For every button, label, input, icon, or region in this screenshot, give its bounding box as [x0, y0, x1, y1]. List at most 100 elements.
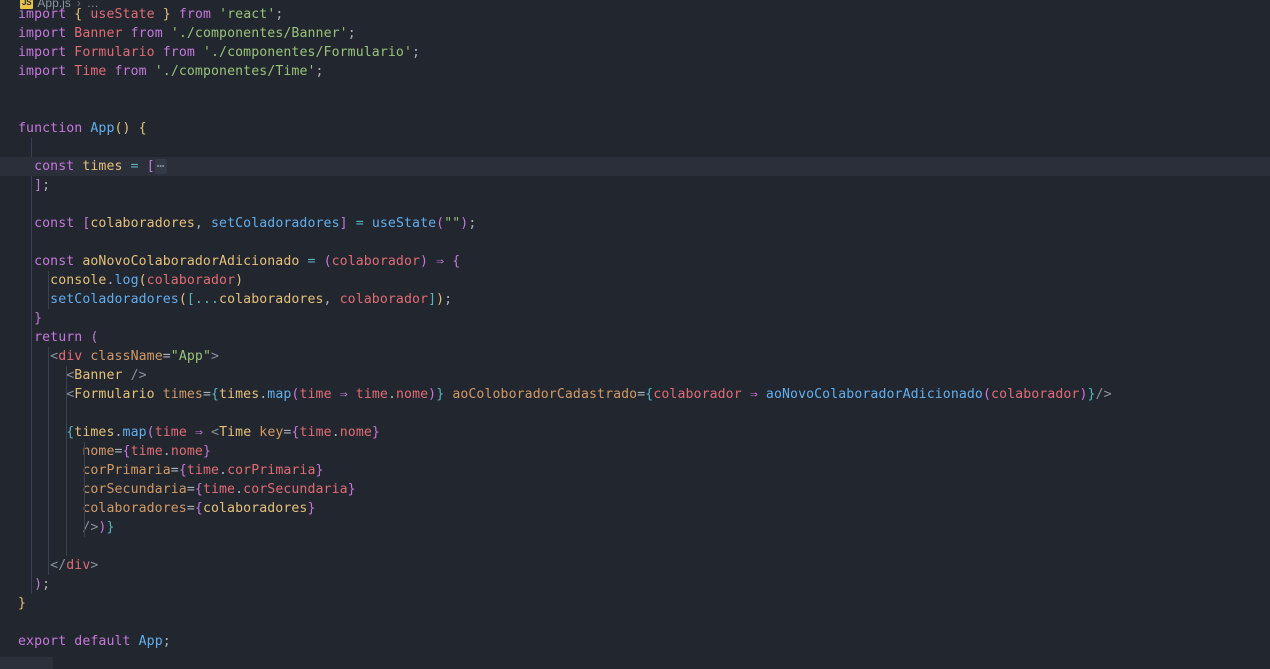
code-token: import [18, 45, 67, 60]
code-token: } [315, 463, 324, 478]
line-div-open[interactable]: <div className="App"> [0, 347, 1270, 366]
line-export-default[interactable]: export default App; [0, 632, 1270, 651]
indent-guide [48, 290, 49, 309]
code-token: ] [428, 292, 437, 307]
code-token: ; [468, 216, 477, 231]
code-token: ; [315, 64, 324, 79]
indent-guide [31, 518, 32, 537]
code-token: ( [982, 387, 992, 402]
code-token: corSecundaria [243, 482, 348, 497]
code-token: = [130, 159, 139, 174]
line-blank-2[interactable] [0, 100, 1270, 119]
editor-surface[interactable]: ❯ import { useState } from 'react';impor… [0, 0, 1270, 669]
line-blank-1[interactable] [0, 81, 1270, 100]
indent-guide [48, 461, 49, 480]
indent-guide [66, 442, 67, 461]
line-setcoladoradores[interactable]: setColadoradores([...colaboradores, cola… [0, 290, 1270, 309]
code-token: './componentes/Formulario' [202, 45, 412, 60]
breadcrumb-overflow[interactable]: … [87, 0, 99, 10]
line-const-times-folded[interactable]: const times = [⋯ [0, 157, 1270, 176]
code-token: map [122, 425, 147, 440]
code-token: , [323, 292, 332, 307]
code-token: < [50, 349, 59, 364]
line-blank-6[interactable] [0, 404, 1270, 423]
code-token: colaborador [653, 387, 742, 402]
line-usestate-colaboradores[interactable]: const [colaboradores, setColadoradores] … [0, 214, 1270, 233]
code-token: } [34, 311, 43, 326]
breadcrumb[interactable]: JS App.js › … [20, 0, 99, 12]
line-blank-8[interactable] [0, 613, 1270, 632]
code-editor-window: JS App.js › … ❯ import { useState } from… [0, 0, 1270, 669]
code-token: const [34, 216, 75, 231]
line-div-close[interactable]: </div> [0, 556, 1270, 575]
indent-guide [66, 518, 67, 537]
line-formulario[interactable]: <Formulario times={times.map(time ⇒ time… [0, 385, 1270, 404]
code-token: } [1087, 387, 1096, 402]
line-time-selfclose[interactable]: />)} [0, 518, 1270, 537]
code-token: div [66, 558, 91, 573]
indent-guide [48, 404, 49, 423]
indent-guide [31, 442, 32, 461]
code-token: ⋯ [154, 159, 167, 174]
line-prop-nome[interactable]: nome={time.nome} [0, 442, 1270, 461]
line-function-app[interactable]: function App() { [0, 119, 1270, 138]
line-import-time[interactable]: import Time from './componentes/Time'; [0, 62, 1270, 81]
line-blank-5[interactable] [0, 233, 1270, 252]
line-aonovocolaborador[interactable]: const aoNovoColaboradorAdicionado = (col… [0, 252, 1270, 271]
line-blank-3[interactable] [0, 138, 1270, 157]
indent-guide [84, 518, 85, 537]
line-close-arrow-fn[interactable]: } [0, 309, 1270, 328]
code-token: = [307, 254, 316, 269]
line-return-close[interactable]: ); [0, 575, 1270, 594]
line-blank-4[interactable] [0, 195, 1270, 214]
line-prop-colaboradores[interactable]: colaboradores={colaboradores} [0, 499, 1270, 518]
line-times-map-time[interactable]: {times.map(time ⇒ <Time key={time.nome} [0, 423, 1270, 442]
chevron-right-icon: › [76, 0, 81, 10]
line-banner[interactable]: <Banner /> [0, 366, 1270, 385]
code-token: import [18, 64, 67, 79]
line-console-log[interactable]: console.log(colaborador) [0, 271, 1270, 290]
scrollbar-corner [0, 657, 53, 669]
line-function-close[interactable]: } [0, 594, 1270, 613]
code-token: = [186, 482, 195, 497]
indent-guide [31, 499, 32, 518]
indent-guide [31, 271, 32, 290]
code-token: map [267, 387, 292, 402]
line-import-banner[interactable]: import Banner from './componentes/Banner… [0, 24, 1270, 43]
line-import-usestate[interactable]: import { useState } from 'react'; [0, 5, 1270, 24]
code-token: useState [371, 216, 437, 231]
line-prop-corsecundaria[interactable]: corSecundaria={time.corSecundaria} [0, 480, 1270, 499]
line-return-open[interactable]: return ( [0, 328, 1270, 347]
code-token: ; [347, 26, 356, 41]
indent-guide [31, 575, 32, 594]
code-content[interactable]: import { useState } from 'react'; import … [0, 5, 1270, 651]
code-token: div [58, 349, 83, 364]
line-blank-7[interactable] [0, 537, 1270, 556]
code-token: time [186, 463, 220, 478]
code-token: . [331, 425, 340, 440]
code-token: colaboradores [82, 501, 187, 516]
code-token: time [299, 425, 332, 440]
code-token: . [162, 444, 171, 459]
code-token: colaborador [339, 292, 429, 307]
indent-guide [66, 385, 67, 404]
breadcrumb-file-name[interactable]: App.js [37, 0, 70, 10]
javascript-file-icon: JS [20, 0, 34, 9]
code-token: ; [412, 45, 421, 60]
line-import-formulario[interactable]: import Formulario from './componentes/Fo… [0, 43, 1270, 62]
line-prop-corprimaria[interactable]: corPrimaria={time.corPrimaria} [0, 461, 1270, 480]
line-close-times-array[interactable]: ]; [0, 176, 1270, 195]
